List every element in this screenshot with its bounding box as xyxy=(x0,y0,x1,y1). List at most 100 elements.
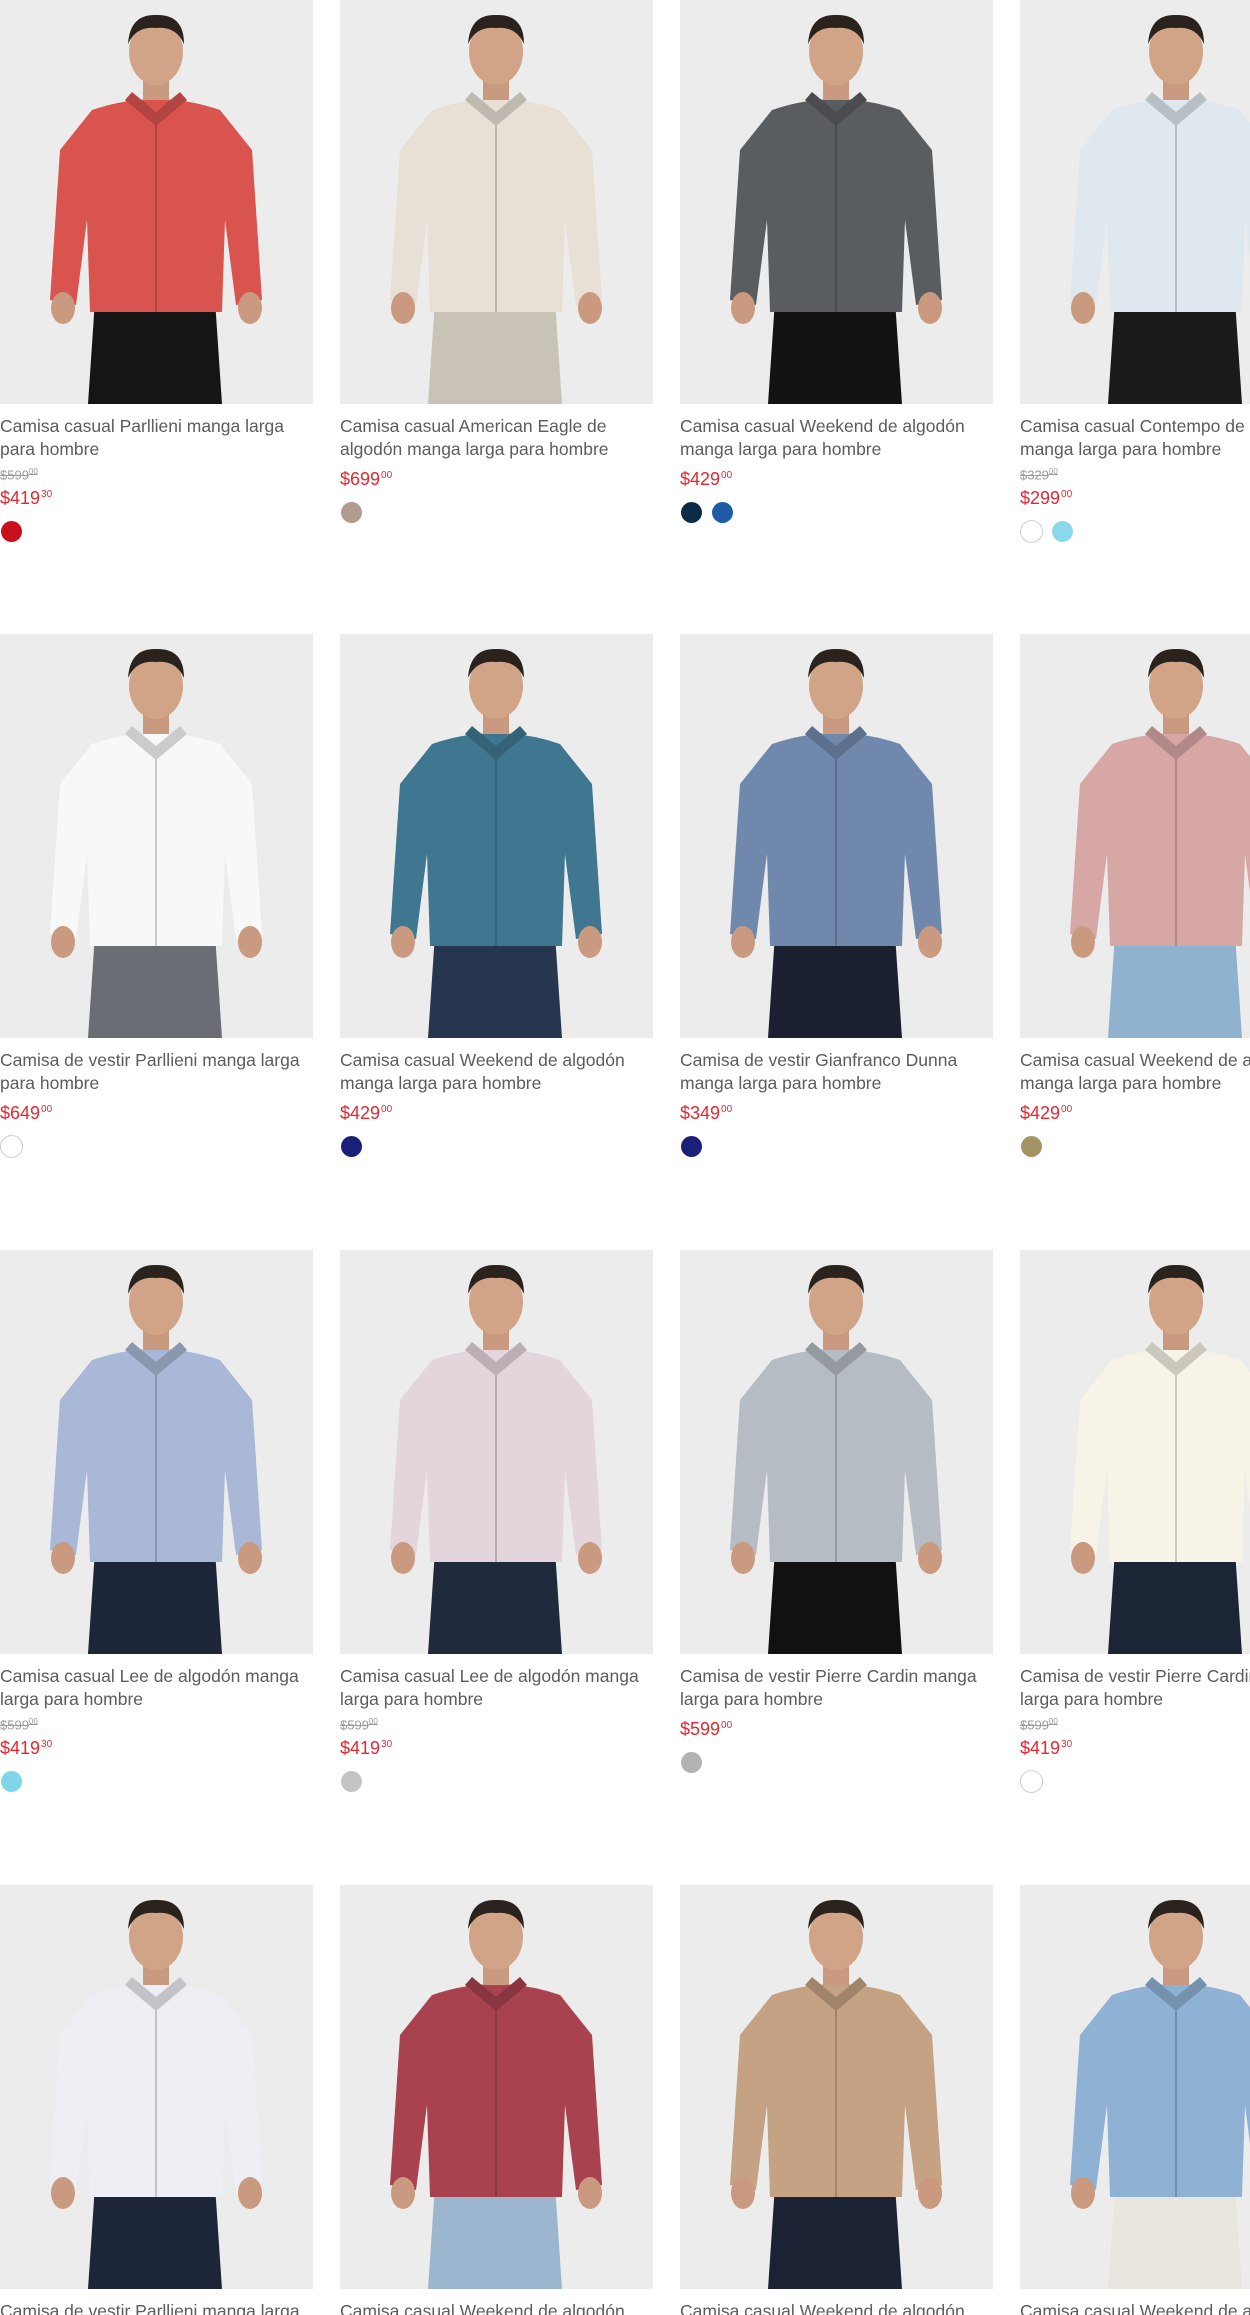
product-card[interactable]: Camisa de vestir Parllieni manga larga xyxy=(0,1885,313,2315)
swatch-dot xyxy=(341,502,362,523)
product-price: $59900 xyxy=(680,1719,733,1739)
color-swatch[interactable] xyxy=(711,501,734,524)
product-name[interactable]: Camisa de vestir Pierre Cardin manga lar… xyxy=(680,1665,1000,1711)
product-name[interactable]: Camisa de vestir Pierre Cardin manga lar… xyxy=(1020,1665,1250,1711)
product-photo xyxy=(1020,634,1250,1038)
product-price: $69900 xyxy=(340,469,393,489)
product-photo xyxy=(0,634,313,1038)
product-old-price: $59900 xyxy=(0,467,38,483)
swatch-dot xyxy=(3,1138,20,1155)
product-image[interactable] xyxy=(680,1885,993,2289)
color-swatch[interactable] xyxy=(340,501,363,524)
product-photo xyxy=(680,0,993,404)
product-card[interactable]: Camisa casual Parllieni manga larga para… xyxy=(0,0,313,543)
product-old-price: $32900 xyxy=(1020,467,1058,483)
product-photo xyxy=(340,634,653,1038)
color-swatches xyxy=(1020,520,1250,544)
product-name[interactable]: Camisa casual Parllieni manga larga para… xyxy=(0,415,320,461)
product-card[interactable]: Camisa casual Contempo de algodón manga … xyxy=(1020,0,1250,544)
product-card[interactable]: Camisa casual Weekend de algodón manga l… xyxy=(1020,634,1250,1158)
product-image[interactable] xyxy=(0,634,313,1038)
product-photo xyxy=(0,0,313,404)
product-image[interactable] xyxy=(0,1885,313,2289)
color-swatches xyxy=(680,501,993,524)
product-photo xyxy=(340,1885,653,2289)
product-photo xyxy=(680,1250,993,1654)
product-card[interactable]: Camisa casual Weekend de algodón xyxy=(1020,1885,1250,2315)
product-card[interactable]: Camisa de vestir Pierre Cardin manga lar… xyxy=(1020,1250,1250,1794)
product-price: $34900 xyxy=(680,1103,733,1123)
color-swatches xyxy=(1020,1135,1250,1158)
product-price: $41930 xyxy=(0,488,53,509)
product-image[interactable] xyxy=(680,1250,993,1654)
product-card[interactable]: Camisa de vestir Pierre Cardin manga lar… xyxy=(680,1250,993,1774)
product-image[interactable] xyxy=(0,0,313,404)
product-name[interactable]: Camisa de vestir Gianfranco Dunna manga … xyxy=(680,1049,1000,1095)
product-price: $42900 xyxy=(1020,1103,1073,1123)
product-name[interactable]: Camisa casual Weekend de algodón xyxy=(680,2300,1000,2315)
product-card[interactable]: Camisa casual Weekend de algodón xyxy=(680,1885,993,2315)
swatch-dot xyxy=(1023,1773,1040,1791)
product-card[interactable]: Camisa de vestir Parllieni manga larga p… xyxy=(0,634,313,1158)
color-swatch[interactable] xyxy=(1020,1135,1043,1158)
color-swatch[interactable] xyxy=(0,520,23,543)
product-price: $41930 xyxy=(340,1738,393,1759)
color-swatch[interactable] xyxy=(680,1135,703,1158)
product-name[interactable]: Camisa casual Weekend de algodón xyxy=(340,2300,660,2315)
color-swatches xyxy=(340,1770,653,1793)
color-swatches xyxy=(0,1770,313,1793)
color-swatch[interactable] xyxy=(340,1770,363,1793)
color-swatch[interactable] xyxy=(1020,1770,1043,1794)
product-old-price: $59900 xyxy=(1020,1717,1058,1733)
color-swatches xyxy=(680,1135,993,1158)
swatch-dot xyxy=(341,1771,362,1793)
color-swatch[interactable] xyxy=(0,1770,23,1793)
color-swatch[interactable] xyxy=(0,1135,23,1158)
color-swatch[interactable] xyxy=(680,501,703,524)
product-name[interactable]: Camisa casual Weekend de algodón manga l… xyxy=(680,415,1000,461)
product-card[interactable]: Camisa casual Lee de algodón manga larga… xyxy=(340,1250,653,1793)
product-photo xyxy=(0,1885,313,2289)
product-image[interactable] xyxy=(680,0,993,404)
product-image[interactable] xyxy=(680,634,993,1038)
product-name[interactable]: Camisa casual Contempo de algodón manga … xyxy=(1020,415,1250,461)
product-old-price: $59900 xyxy=(340,1717,378,1733)
color-swatch[interactable] xyxy=(340,1135,363,1158)
product-image[interactable] xyxy=(340,1250,653,1654)
swatch-dot xyxy=(1052,521,1073,543)
product-grid: Camisa casual Parllieni manga larga para… xyxy=(0,0,1250,2315)
product-image[interactable] xyxy=(1020,1250,1250,1654)
product-image[interactable] xyxy=(1020,0,1250,404)
product-name[interactable]: Camisa casual Weekend de algodón xyxy=(1020,2300,1250,2315)
product-card[interactable]: Camisa casual Weekend de algodón manga l… xyxy=(340,634,653,1158)
product-card[interactable]: Camisa casual Weekend de algodón manga l… xyxy=(680,0,993,524)
color-swatches xyxy=(0,1135,313,1158)
product-image[interactable] xyxy=(1020,634,1250,1038)
product-name[interactable]: Camisa casual Lee de algodón manga larga… xyxy=(340,1665,660,1711)
product-image[interactable] xyxy=(1020,1885,1250,2289)
product-name[interactable]: Camisa de vestir Parllieni manga larga xyxy=(0,2300,320,2315)
product-photo xyxy=(340,0,653,404)
color-swatch[interactable] xyxy=(680,1751,703,1774)
product-card[interactable]: Camisa casual Lee de algodón manga larga… xyxy=(0,1250,313,1793)
color-swatches xyxy=(340,1135,653,1158)
product-image[interactable] xyxy=(340,634,653,1038)
product-image[interactable] xyxy=(340,1885,653,2289)
product-image[interactable] xyxy=(0,1250,313,1654)
product-name[interactable]: Camisa casual Weekend de algodón manga l… xyxy=(340,1049,660,1095)
swatch-dot xyxy=(1021,1136,1042,1157)
product-image[interactable] xyxy=(340,0,653,404)
product-price: $42900 xyxy=(340,1103,393,1123)
product-name[interactable]: Camisa casual Lee de algodón manga larga… xyxy=(0,1665,320,1711)
product-photo xyxy=(1020,1250,1250,1654)
product-card[interactable]: Camisa casual American Eagle de algodón … xyxy=(340,0,653,524)
product-price: $64900 xyxy=(0,1103,53,1123)
product-card[interactable]: Camisa de vestir Gianfranco Dunna manga … xyxy=(680,634,993,1158)
product-name[interactable]: Camisa casual American Eagle de algodón … xyxy=(340,415,660,461)
product-name[interactable]: Camisa de vestir Parllieni manga larga p… xyxy=(0,1049,320,1095)
color-swatch[interactable] xyxy=(1020,520,1043,544)
product-photo xyxy=(680,634,993,1038)
product-card[interactable]: Camisa casual Weekend de algodón xyxy=(340,1885,653,2315)
color-swatch[interactable] xyxy=(1051,520,1074,543)
product-name[interactable]: Camisa casual Weekend de algodón manga l… xyxy=(1020,1049,1250,1095)
